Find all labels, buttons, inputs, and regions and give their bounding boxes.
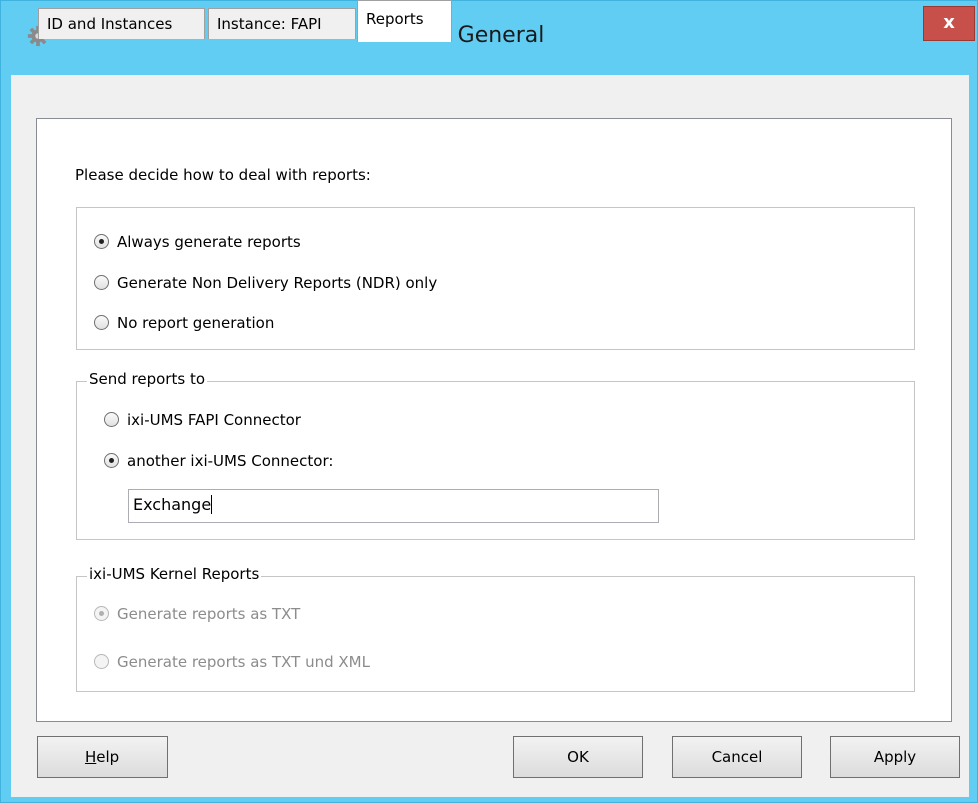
radio-label: Generate reports as TXT [117, 605, 301, 623]
tab-instance-fapi[interactable]: Instance: FAPI [208, 8, 356, 39]
radio-checked-icon [104, 453, 119, 468]
help-label: elp [96, 748, 120, 766]
radio-always-generate[interactable]: Always generate reports [94, 233, 301, 251]
apply-button[interactable]: Apply [830, 736, 960, 778]
help-mnemonic: H [85, 748, 97, 766]
kernel-reports-group: ixi-UMS Kernel Reports [76, 565, 915, 692]
radio-label: Generate reports as TXT und XML [117, 653, 370, 671]
radio-unchecked-icon [94, 315, 109, 330]
tab-label: ID and Instances [47, 15, 173, 33]
radio-label: ixi-UMS FAPI Connector [127, 411, 301, 429]
radio-fapi-connector[interactable]: ixi-UMS FAPI Connector [104, 411, 301, 429]
send-reports-legend: Send reports to [87, 370, 208, 388]
radio-label: Always generate reports [117, 233, 301, 251]
radio-label: No report generation [117, 314, 275, 332]
tab-id-and-instances[interactable]: ID and Instances [38, 8, 205, 39]
ok-button[interactable]: OK [513, 736, 643, 778]
reports-prompt: Please decide how to deal with reports: [75, 166, 371, 184]
radio-txt-reports: Generate reports as TXT [94, 605, 300, 623]
cancel-button[interactable]: Cancel [672, 736, 802, 778]
radio-unchecked-icon [94, 654, 109, 669]
tab-label: Reports [366, 10, 424, 28]
connector-name-value: Exchange [133, 495, 212, 514]
radio-ndr-only[interactable]: Generate Non Delivery Reports (NDR) only [94, 274, 437, 292]
radio-checked-icon [94, 234, 109, 249]
kernel-reports-legend: ixi-UMS Kernel Reports [87, 565, 262, 583]
close-button[interactable]: x [923, 6, 975, 41]
help-button[interactable]: Help [37, 736, 168, 778]
radio-label: Generate Non Delivery Reports (NDR) only [117, 274, 438, 292]
radio-another-connector[interactable]: another ixi-UMS Connector: [104, 452, 333, 470]
radio-unchecked-icon [94, 275, 109, 290]
tab-label: Instance: FAPI [217, 15, 322, 33]
radio-checked-icon [94, 606, 109, 621]
tab-reports[interactable]: Reports [357, 0, 452, 42]
radio-unchecked-icon [104, 412, 119, 427]
radio-label: another ixi-UMS Connector: [127, 452, 334, 470]
text-caret [211, 495, 213, 514]
connector-name-input[interactable]: Exchange [128, 489, 659, 523]
radio-txt-xml-reports: Generate reports as TXT und XML [94, 653, 370, 671]
radio-no-report[interactable]: No report generation [94, 314, 274, 332]
